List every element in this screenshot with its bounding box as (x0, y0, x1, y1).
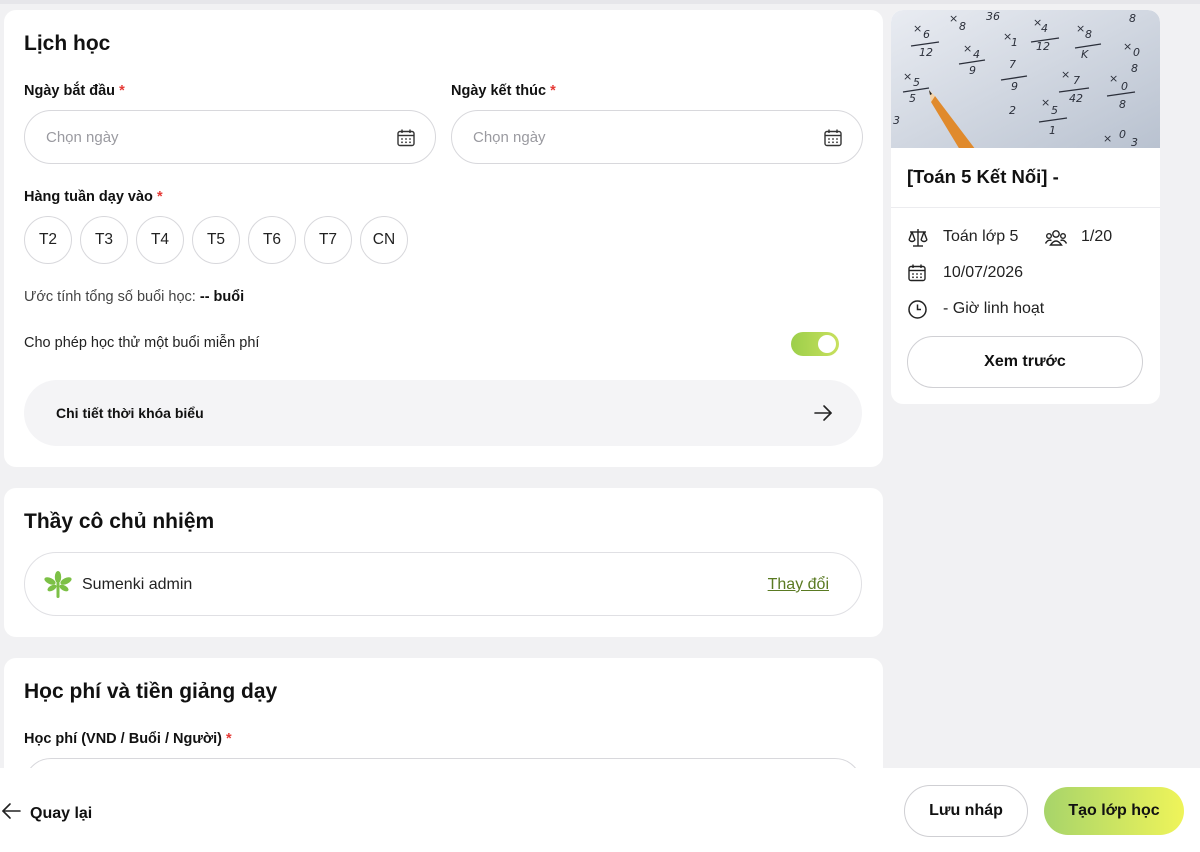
svg-text:2: 2 (1009, 104, 1016, 117)
back-button[interactable]: Quay lại (0, 801, 92, 826)
fee-label: Học phí (VND / Buổi / Người) * (24, 731, 232, 747)
svg-text:4: 4 (973, 48, 980, 61)
svg-text:5: 5 (913, 76, 920, 89)
svg-text:4: 4 (1041, 22, 1048, 35)
svg-text:6: 6 (923, 28, 930, 41)
end-date-field[interactable]: Chọn ngày (451, 110, 863, 164)
avatar (43, 570, 73, 605)
toggle-knob (818, 335, 836, 353)
teacher-name: Sumenki admin (82, 576, 193, 593)
time-text: - Giờ linh hoạt (943, 300, 1045, 317)
svg-text:36: 36 (986, 10, 1000, 23)
preview-button[interactable]: Xem trước (907, 336, 1143, 388)
day-chip-t2[interactable]: T2 (24, 216, 72, 264)
svg-text:×: × (1061, 68, 1070, 81)
required-mark: * (119, 83, 125, 99)
scale-icon (907, 227, 929, 254)
svg-text:5: 5 (1051, 104, 1058, 117)
free-trial-label: Cho phép học thử một buổi miễn phí (24, 335, 260, 351)
svg-text:7: 7 (1009, 58, 1016, 71)
svg-text:5: 5 (909, 92, 916, 105)
required-mark: * (156, 189, 163, 205)
svg-text:×: × (903, 70, 912, 83)
arrow-right-icon (812, 402, 834, 429)
svg-text:K: K (1081, 48, 1089, 61)
svg-text:×: × (1109, 72, 1118, 85)
day-chip-t7[interactable]: T7 (304, 216, 352, 264)
svg-text:7: 7 (1073, 74, 1080, 87)
capacity-text: 1/20 (1081, 228, 1113, 245)
svg-text:0: 0 (1133, 46, 1140, 59)
start-date-field[interactable]: Chọn ngày (24, 110, 436, 164)
svg-text:9: 9 (969, 64, 976, 77)
day-chip-t5[interactable]: T5 (192, 216, 240, 264)
svg-text:9: 9 (1011, 80, 1018, 93)
top-strip (0, 0, 1200, 4)
calendar-icon (907, 263, 927, 288)
svg-text:×: × (1076, 22, 1085, 35)
teacher-card: Thầy cô chủ nhiệm Sumenki admin Thay đổi (4, 488, 883, 637)
day-chip-t4[interactable]: T4 (136, 216, 184, 264)
course-title: [Toán 5 Kết Nối] - (907, 166, 1059, 187)
weekly-days-label: Hàng tuần dạy vào * (24, 189, 163, 205)
svg-text:8: 8 (1131, 62, 1138, 75)
end-date-label: Ngày kết thúc * (451, 83, 556, 99)
svg-text:×: × (963, 42, 972, 55)
svg-text:3: 3 (1131, 136, 1138, 148)
users-icon (1044, 227, 1068, 254)
svg-text:1: 1 (1049, 124, 1056, 137)
subject-text: Toán lớp 5 (943, 228, 1019, 245)
svg-text:×: × (949, 12, 958, 25)
day-chip-cn[interactable]: CN (360, 216, 408, 264)
bottom-action-bar: Quay lại Lưu nháp Tạo lớp học (0, 768, 1200, 852)
svg-text:12: 12 (1036, 40, 1050, 53)
start-date-placeholder: Chọn ngày (46, 129, 119, 146)
svg-text:3: 3 (893, 114, 900, 127)
teacher-row: Sumenki admin Thay đổi (24, 552, 862, 616)
timetable-detail-row[interactable]: Chi tiết thời khóa biểu (24, 380, 862, 446)
svg-text:×: × (1123, 40, 1132, 53)
svg-text:0: 0 (1119, 128, 1126, 141)
svg-text:8: 8 (1085, 28, 1092, 41)
calendar-icon[interactable] (396, 128, 416, 153)
schedule-title: Lịch học (24, 32, 111, 55)
svg-text:8: 8 (959, 20, 966, 33)
day-chip-t3[interactable]: T3 (80, 216, 128, 264)
svg-text:1: 1 (1011, 36, 1018, 49)
clock-icon (907, 299, 928, 325)
svg-text:12: 12 (919, 46, 933, 59)
calendar-icon[interactable] (823, 128, 843, 153)
required-mark: * (550, 83, 556, 99)
class-summary-card: × 6 12 × 8 × 4 9 36 × 1 7 × 4 12 × 8 K 8 × 0 8 × 5 5 × 7 42 … (891, 10, 1160, 404)
svg-text:8: 8 (1119, 98, 1126, 111)
arrow-left-icon (0, 801, 22, 826)
save-draft-button[interactable]: Lưu nháp (904, 785, 1028, 837)
end-date-placeholder: Chọn ngày (473, 129, 546, 146)
svg-text:8: 8 (1129, 12, 1136, 25)
create-class-button[interactable]: Tạo lớp học (1044, 787, 1184, 835)
required-mark: * (226, 731, 232, 747)
start-date-text: 10/07/2026 (943, 264, 1024, 281)
svg-text:0: 0 (1121, 80, 1128, 93)
session-estimate-value: -- buổi (199, 289, 245, 305)
back-label: Quay lại (30, 804, 93, 822)
svg-text:×: × (1041, 96, 1050, 109)
svg-text:42: 42 (1069, 92, 1083, 105)
fee-title: Học phí và tiền giảng dạy (24, 680, 278, 703)
svg-text:×: × (1103, 132, 1112, 145)
free-trial-toggle[interactable] (791, 332, 839, 356)
change-teacher-link[interactable]: Thay đổi (768, 576, 829, 594)
session-estimate: Ước tính tổng số buổi học: -- buổi (24, 289, 245, 305)
svg-text:×: × (913, 22, 922, 35)
timetable-detail-label: Chi tiết thời khóa biểu (56, 405, 204, 421)
schedule-card: Lịch học Ngày bắt đầu * Chọn ngày Ngày k… (4, 10, 883, 467)
course-cover-image: × 6 12 × 8 × 4 9 36 × 1 7 × 4 12 × 8 K 8 × 0 8 × 5 5 × 7 42 … (891, 10, 1160, 148)
divider (891, 207, 1160, 208)
day-chip-t6[interactable]: T6 (248, 216, 296, 264)
start-date-label: Ngày bắt đầu * (24, 83, 125, 99)
teacher-title: Thầy cô chủ nhiệm (24, 510, 215, 533)
